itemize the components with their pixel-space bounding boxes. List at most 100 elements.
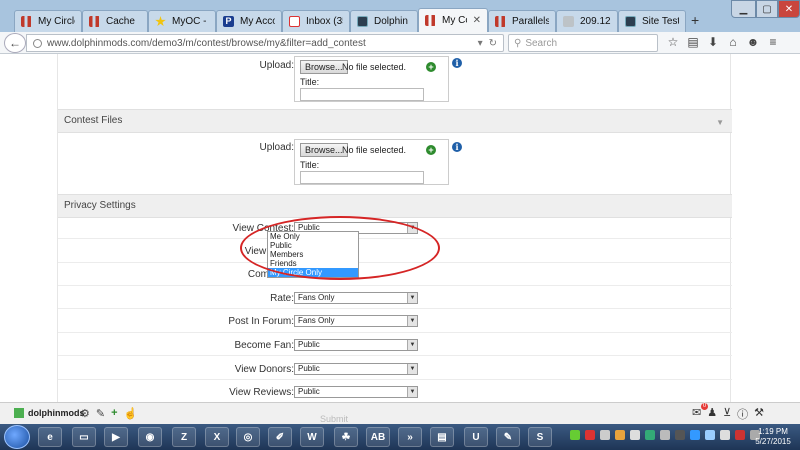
browse-button[interactable]: Browse... <box>300 60 348 74</box>
tray-app-icon[interactable] <box>660 430 670 440</box>
star-icon <box>155 16 166 27</box>
filezilla-icon[interactable]: Z <box>172 427 196 447</box>
view-reviews-label: View Reviews: <box>229 387 294 398</box>
system-clock[interactable]: 1:19 PM 5/27/2015 <box>748 427 798 447</box>
tab-site-testimonials[interactable]: Site Testim... <box>618 10 686 32</box>
tray-pdf-icon[interactable] <box>585 430 595 440</box>
window-close-button[interactable]: ✕ <box>778 0 800 18</box>
firefox-icon[interactable]: ◉ <box>138 427 162 447</box>
info-icon[interactable]: ⓘ <box>737 406 748 422</box>
explorer-folder-icon[interactable]: ▭ <box>72 427 96 447</box>
media-app-icon[interactable]: » <box>398 427 422 447</box>
post-in-forum-label: Post In Forum: <box>228 316 294 327</box>
row-divider <box>58 355 732 356</box>
close-icon[interactable]: ✕ <box>473 15 481 26</box>
menu-icon[interactable]: ≡ <box>766 35 780 49</box>
pen-app-icon[interactable]: ✎ <box>496 427 520 447</box>
new-tab-button[interactable]: + <box>691 12 699 28</box>
media-player-icon[interactable]: ▶ <box>104 427 128 447</box>
search-input[interactable]: ⚲ Search <box>508 34 658 52</box>
download-icon[interactable]: ⬇ <box>706 35 720 49</box>
tab-inbox[interactable]: Inbox (351... <box>282 10 350 32</box>
paint-icon[interactable]: ✐ <box>268 427 292 447</box>
back-button[interactable]: ← <box>4 33 26 53</box>
cart-icon[interactable]: ⊻ <box>723 406 731 422</box>
edit-icon[interactable]: ✎ <box>96 407 105 420</box>
add-icon[interactable]: + <box>426 145 436 155</box>
view-donors-select[interactable]: Public ▼ <box>294 363 418 375</box>
tab-label: Site Testim... <box>642 16 679 27</box>
skype-icon[interactable]: S <box>528 427 552 447</box>
add-icon[interactable]: + <box>111 407 117 420</box>
url-bar[interactable]: www.dolphinmods.com/demo3/m/contest/brow… <box>26 34 504 52</box>
tray-app-icon[interactable] <box>615 430 625 440</box>
system-tray <box>570 430 760 440</box>
rate-select[interactable]: Fans Only ▼ <box>294 292 418 304</box>
windows-taskbar: e ▭ ▶ ◉ Z X ◎ ✐ W ☘ AB » ▤ U ✎ S 1:19 PM… <box>0 424 800 450</box>
tray-app-icon[interactable] <box>600 430 610 440</box>
chat-icon[interactable]: ☻ <box>746 35 760 49</box>
minimize-button[interactable]: ▁ <box>731 0 756 18</box>
settings-gear-icon[interactable]: ⚙ <box>80 407 90 420</box>
tab-cache[interactable]: Cache <box>82 10 148 32</box>
brand-square-icon <box>14 408 24 418</box>
start-button[interactable] <box>4 425 30 449</box>
collapse-arrow-icon[interactable]: ▼ <box>716 112 724 134</box>
select-value: Fans Only <box>298 316 335 325</box>
tab-ip-address[interactable]: 209.126.10... <box>556 10 618 32</box>
chevron-down-icon: ▼ <box>407 340 417 350</box>
title-input[interactable] <box>300 171 424 184</box>
post-in-forum-select[interactable]: Fans Only ▼ <box>294 315 418 327</box>
tab-dolphin-pr[interactable]: Dolphin Pr... <box>350 10 418 32</box>
tray-flag-icon[interactable] <box>735 430 745 440</box>
tab-my-account[interactable]: P My Accou... <box>216 10 282 32</box>
cursor-icon[interactable]: ☝ <box>124 407 138 420</box>
uc-app-icon[interactable]: U <box>464 427 488 447</box>
tray-app-icon[interactable] <box>675 430 685 440</box>
network-icon[interactable] <box>705 430 715 440</box>
sticky-notes-icon[interactable]: ▤ <box>430 427 454 447</box>
chrome-icon[interactable]: ◎ <box>236 427 260 447</box>
user-icon[interactable]: ♟ <box>707 406 717 422</box>
search-icon: ⚲ <box>514 37 522 49</box>
tab-myoc[interactable]: MyOC - Ex... <box>148 10 216 32</box>
mail-icon[interactable]: ✉ <box>692 406 701 422</box>
dolphinmods-brand[interactable]: dolphinmods <box>14 408 85 418</box>
tray-app-icon[interactable] <box>570 430 580 440</box>
ie-icon[interactable]: e <box>38 427 62 447</box>
maximize-button[interactable]: ▢ <box>756 0 778 18</box>
info-icon[interactable]: i <box>452 58 462 68</box>
view-reviews-select[interactable]: Public ▼ <box>294 386 418 398</box>
excel-icon[interactable]: X <box>205 427 229 447</box>
reload-icon[interactable]: ↻ <box>489 38 497 49</box>
clipboard-icon[interactable]: ▤ <box>686 35 700 49</box>
title-input[interactable] <box>300 88 424 101</box>
browse-button[interactable]: Browse... <box>300 143 348 157</box>
become-fan-select[interactable]: Public ▼ <box>294 339 418 351</box>
view-donors-label: View Donors: <box>234 364 294 375</box>
ab-app-icon[interactable]: AB <box>366 427 390 447</box>
tab-parallels[interactable]: Parallels Pl... <box>488 10 556 32</box>
home-icon[interactable]: ⌂ <box>726 35 740 49</box>
word-icon[interactable]: W <box>300 427 324 447</box>
bookmark-star-icon[interactable]: ☆ <box>666 35 680 49</box>
add-icon[interactable]: + <box>426 62 436 72</box>
volume-icon[interactable] <box>720 430 730 440</box>
url-text: www.dolphinmods.com/demo3/m/contest/brow… <box>47 37 366 49</box>
contest-files-header[interactable]: Contest Files ▼ <box>58 109 732 133</box>
tray-app-icon[interactable] <box>690 430 700 440</box>
tray-app-icon[interactable] <box>645 430 655 440</box>
upload-box: Browse... No file selected. + Title: <box>294 56 449 102</box>
image-icon <box>563 16 574 27</box>
tab-my-contests[interactable]: My Co... ✕ <box>418 8 488 32</box>
submit-button[interactable]: Submit <box>320 414 348 424</box>
dropdown-arrow-icon[interactable]: ▾ <box>478 38 483 49</box>
section-title: Contest Files <box>64 115 123 126</box>
gmail-icon <box>289 16 300 27</box>
tray-app-icon[interactable] <box>630 430 640 440</box>
select-value: Public <box>298 364 320 373</box>
wrench-icon[interactable]: ⚒ <box>754 406 764 422</box>
tab-my-circle[interactable]: My Circle <box>14 10 82 32</box>
info-icon[interactable]: i <box>452 142 462 152</box>
frog-app-icon[interactable]: ☘ <box>334 427 358 447</box>
